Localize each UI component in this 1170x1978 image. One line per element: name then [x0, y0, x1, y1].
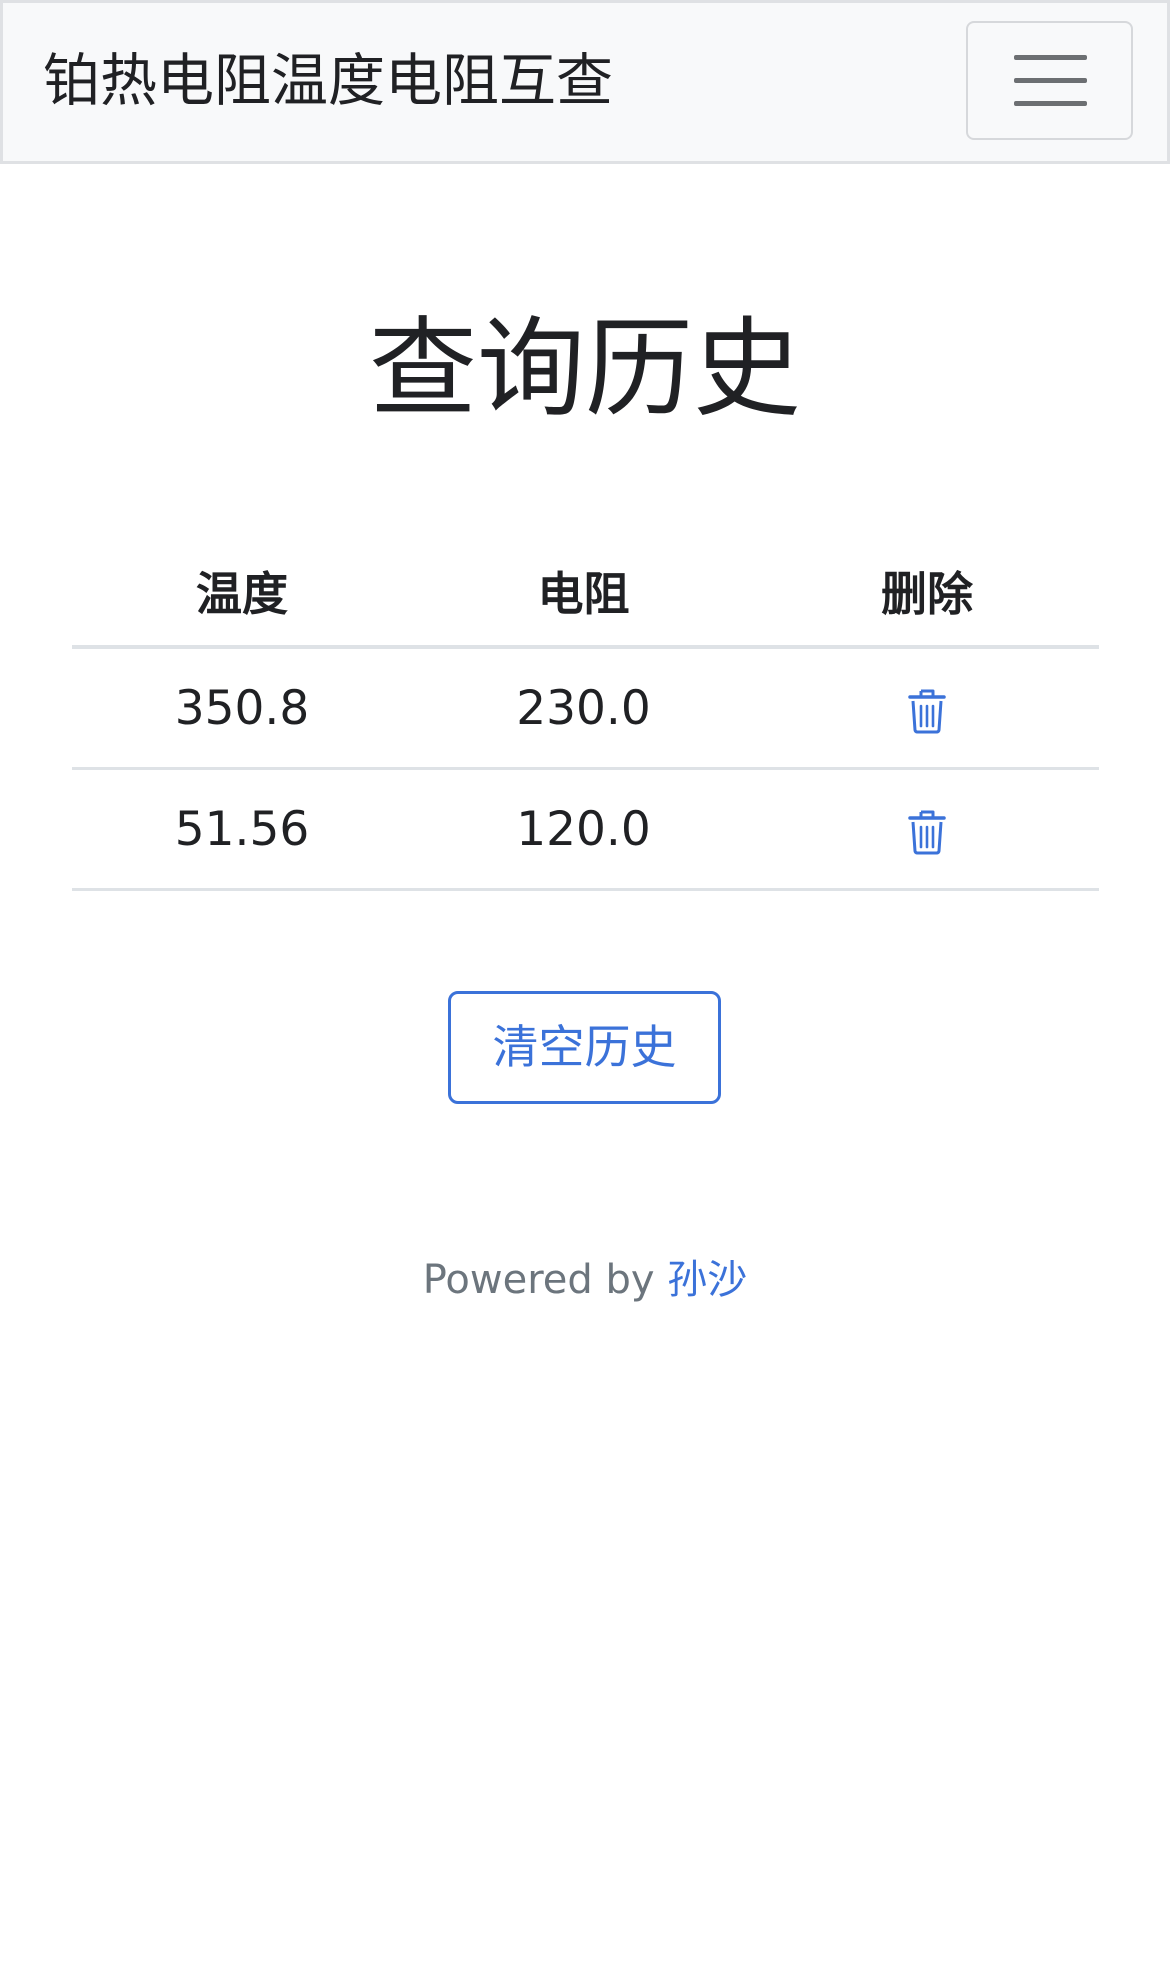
- resistance-cell: 120.0: [412, 768, 755, 891]
- column-header-temperature: 温度: [72, 537, 412, 649]
- table-header-row: 温度 电阻 删除: [72, 537, 1099, 649]
- temperature-cell: 51.56: [72, 768, 412, 891]
- hamburger-menu-icon: [1014, 55, 1087, 107]
- table-row: 51.56 120.0: [72, 768, 1099, 891]
- column-header-resistance: 电阻: [412, 537, 755, 649]
- navbar-brand[interactable]: 铂热电阻温度电阻互查: [43, 43, 613, 119]
- footer: Powered by 孙沙: [0, 1252, 1170, 1308]
- delete-cell: [755, 647, 1099, 770]
- menu-bar-middle: [1014, 78, 1087, 83]
- menu-bar-top: [1014, 55, 1087, 60]
- column-header-delete: 删除: [755, 537, 1099, 649]
- footer-prefix: Powered by: [422, 1257, 668, 1303]
- resistance-cell: 230.0: [412, 647, 755, 770]
- clear-history-button[interactable]: 清空历史: [448, 991, 721, 1104]
- navbar-toggler-button[interactable]: [966, 21, 1133, 140]
- delete-cell: [755, 768, 1099, 891]
- menu-bar-bottom: [1014, 101, 1087, 106]
- temperature-cell: 350.8: [72, 647, 412, 770]
- footer-author-link[interactable]: 孙沙: [667, 1257, 747, 1303]
- history-table: 温度 电阻 删除 350.8 230.0 51.56 120.0: [72, 537, 1099, 891]
- trash-icon[interactable]: [907, 688, 947, 734]
- page-title: 查询历史: [368, 307, 801, 432]
- navbar: 铂热电阻温度电阻互查: [0, 0, 1170, 164]
- table-row: 350.8 230.0: [72, 647, 1099, 770]
- trash-icon[interactable]: [907, 809, 947, 855]
